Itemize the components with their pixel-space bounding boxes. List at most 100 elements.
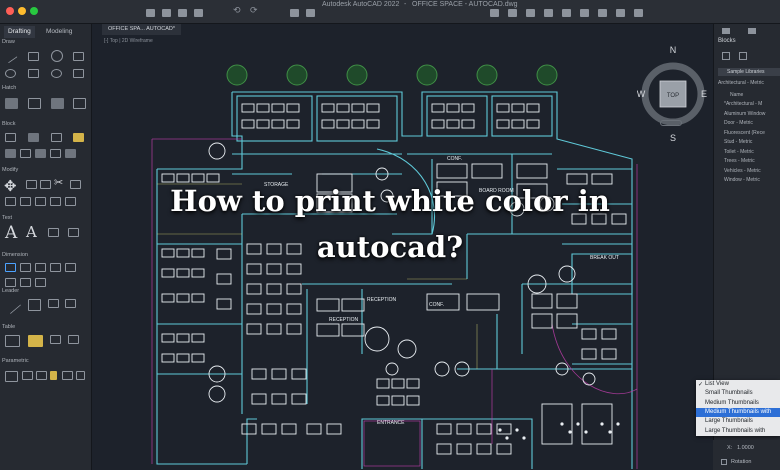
- baseline-icon[interactable]: [5, 278, 16, 287]
- leader-icon[interactable]: [2, 295, 22, 315]
- palette-tab-icon[interactable]: [722, 28, 730, 34]
- attribute-icon[interactable]: [73, 133, 84, 142]
- viewcube-north[interactable]: N: [670, 45, 677, 55]
- furniture: [161, 103, 627, 455]
- plot-icon[interactable]: [290, 9, 299, 17]
- ucs-menu-icon[interactable]: [660, 120, 682, 126]
- share-icon[interactable]: [306, 9, 315, 17]
- block-item[interactable]: Aluminum Window: [724, 111, 765, 117]
- viewcube-west[interactable]: W: [637, 89, 646, 99]
- match-properties-icon[interactable]: [544, 9, 553, 17]
- block-item[interactable]: *Architectural - M: [724, 101, 762, 107]
- section-leader[interactable]: Leader: [2, 288, 19, 294]
- continue-icon[interactable]: [20, 278, 31, 287]
- block-item[interactable]: Vehicles - Metric: [724, 168, 761, 174]
- section-table[interactable]: Table: [2, 324, 15, 330]
- section-block[interactable]: Block: [2, 121, 15, 127]
- new-file-icon[interactable]: [146, 9, 155, 17]
- hatch-icon[interactable]: [5, 98, 18, 109]
- equal-icon[interactable]: [62, 371, 73, 380]
- grid-icon[interactable]: [580, 9, 589, 17]
- menu-item-large-thumbnails-with-names[interactable]: Large Thumbnails with: [696, 427, 780, 436]
- extract-data-icon[interactable]: [50, 335, 61, 344]
- viewcube-east[interactable]: E: [701, 89, 707, 99]
- data-link-icon[interactable]: [28, 335, 43, 347]
- rotation-checkbox[interactable]: [721, 459, 727, 465]
- gradient-icon[interactable]: [28, 98, 41, 109]
- block-tool-5-icon[interactable]: [65, 149, 76, 158]
- boundary-icon[interactable]: [51, 98, 64, 109]
- save-icon[interactable]: [178, 9, 187, 17]
- polyline-icon[interactable]: [28, 52, 39, 61]
- zoom-window-button[interactable]: [30, 7, 38, 15]
- block-tool-2-icon[interactable]: [20, 149, 31, 158]
- polar-icon[interactable]: [634, 9, 643, 17]
- section-draw[interactable]: Draw: [2, 39, 15, 45]
- ellipse-icon[interactable]: [51, 69, 62, 78]
- seating: [498, 422, 620, 440]
- scale-value[interactable]: 1.0000: [737, 445, 754, 451]
- ortho-icon[interactable]: [616, 9, 625, 17]
- viewcube-south[interactable]: S: [670, 133, 676, 143]
- diameter-icon[interactable]: [35, 278, 46, 287]
- block-item[interactable]: Door - Metric: [724, 120, 753, 126]
- viewcube[interactable]: TOP N S W E: [637, 42, 707, 148]
- palette-tab-icon-2[interactable]: [748, 28, 756, 34]
- table-style-icon[interactable]: [68, 335, 79, 344]
- add-leader-icon[interactable]: [28, 299, 41, 311]
- layer-icon[interactable]: [508, 9, 517, 17]
- block-view-icon-2[interactable]: [739, 52, 747, 60]
- menu-item-small-thumbnails[interactable]: Small Thumbnails: [696, 389, 780, 398]
- block-view-icon[interactable]: [722, 52, 730, 60]
- table-icon[interactable]: [5, 335, 20, 347]
- line-icon[interactable]: [3, 49, 18, 64]
- remove-leader-icon[interactable]: [48, 299, 59, 308]
- arc-icon[interactable]: [5, 69, 16, 78]
- menu-item-list-view[interactable]: List View: [696, 380, 780, 389]
- block-item[interactable]: Toilet - Metric: [724, 149, 754, 155]
- workspace-icon[interactable]: [490, 9, 499, 17]
- section-hatch[interactable]: Hatch: [2, 85, 16, 91]
- save-as-icon[interactable]: [194, 9, 203, 17]
- undo-icon[interactable]: ⟲: [233, 5, 242, 15]
- create-block-icon[interactable]: [28, 133, 39, 142]
- parallel-icon[interactable]: [36, 371, 47, 380]
- align-leader-icon[interactable]: [65, 299, 76, 308]
- circle-icon[interactable]: [51, 50, 63, 62]
- block-item[interactable]: Fluorescent (Rece: [724, 130, 765, 136]
- block-tool-4-icon[interactable]: [50, 149, 61, 158]
- spline-icon[interactable]: [28, 69, 39, 78]
- layout-icon[interactable]: [562, 9, 571, 17]
- close-window-button[interactable]: [6, 7, 14, 15]
- title-bar: ⟲ ⟳ Autodesk AutoCAD 2022 - OFFICE SPACE…: [0, 0, 780, 24]
- coincident-icon[interactable]: [22, 371, 33, 380]
- block-tool-1-icon[interactable]: [5, 149, 16, 158]
- dimensional-constraint-icon[interactable]: [76, 371, 85, 380]
- library-path[interactable]: Architectural - Metric: [718, 80, 764, 86]
- snap-icon[interactable]: [598, 9, 607, 17]
- rectangle-icon[interactable]: [73, 52, 84, 61]
- polygon-icon[interactable]: [73, 69, 84, 78]
- redo-icon[interactable]: ⟳: [250, 5, 259, 15]
- name-column-header[interactable]: Name: [730, 92, 743, 98]
- minimize-window-button[interactable]: [18, 7, 26, 15]
- block-tool-3-icon[interactable]: [35, 149, 46, 158]
- block-item[interactable]: Trees - Metric: [724, 158, 755, 164]
- menu-item-medium-thumbnails-with-names[interactable]: Medium Thumbnails with: [696, 407, 780, 418]
- open-file-icon[interactable]: [162, 9, 171, 17]
- library-selector[interactable]: Sample Libraries: [718, 68, 780, 76]
- section-parametric[interactable]: Parametric: [2, 358, 29, 364]
- block-item[interactable]: Stud - Metric: [724, 139, 752, 145]
- geometric-constraint-icon[interactable]: [5, 371, 18, 382]
- properties-icon[interactable]: [526, 9, 535, 17]
- lock-icon[interactable]: [50, 371, 57, 380]
- insert-block-icon[interactable]: [5, 133, 16, 142]
- menu-item-large-thumbnails[interactable]: Large Thumbnails: [696, 417, 780, 426]
- region-icon[interactable]: [73, 98, 86, 109]
- tab-drafting[interactable]: Drafting: [4, 26, 35, 38]
- section-modify[interactable]: Modify: [2, 167, 18, 173]
- edit-block-icon[interactable]: [51, 133, 62, 142]
- blocks-title: Blocks: [718, 38, 736, 44]
- tab-modeling[interactable]: Modeling: [42, 26, 76, 38]
- menu-item-medium-thumbnails[interactable]: Medium Thumbnails: [696, 399, 780, 408]
